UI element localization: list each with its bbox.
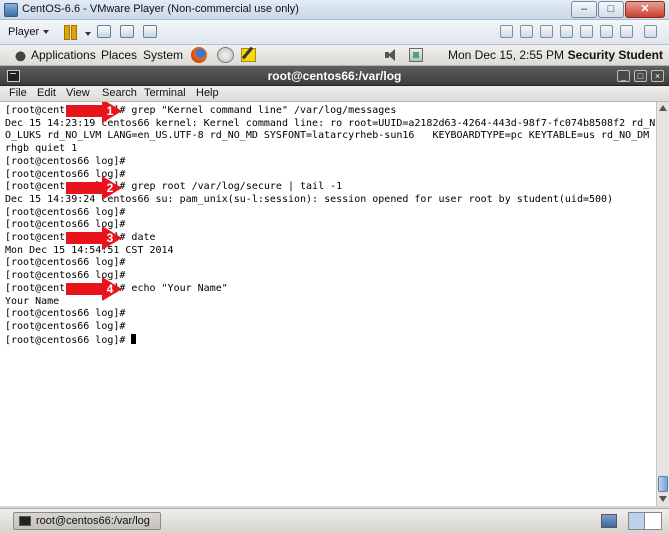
firefox-icon[interactable]	[191, 47, 207, 63]
vm-window-title: CentOS-6.6 - VMware Player (Non-commerci…	[22, 3, 299, 15]
guest-desktop: Applications Places System Mon Dec 15, 2…	[0, 45, 669, 533]
player-menu[interactable]: Player	[8, 26, 50, 38]
scroll-down-icon[interactable]	[659, 496, 667, 502]
pause-icon[interactable]	[64, 25, 77, 40]
scroll-up-icon[interactable]	[659, 105, 667, 111]
taskbar-terminal-label: root@centos66:/var/log	[36, 515, 150, 527]
usb-icon[interactable]	[560, 25, 573, 38]
places-menu[interactable]: Places	[101, 48, 137, 62]
annotation-arrow-4: 4	[66, 277, 122, 302]
panel-clock[interactable]: Mon Dec 15, 2:55 PM	[448, 48, 564, 62]
menu-help[interactable]: Help	[196, 87, 219, 99]
menu-edit[interactable]: Edit	[37, 87, 56, 99]
annotation-arrow-2: 2	[66, 175, 122, 200]
terminal-line: [root@centos66 log]#	[5, 257, 126, 269]
terminal-line: [root@centos66 log]#	[5, 320, 126, 332]
cd-icon[interactable]	[540, 25, 553, 38]
evolution-mail-icon[interactable]	[217, 47, 234, 63]
minimize-button[interactable]: –	[571, 1, 597, 18]
unity-icon[interactable]	[143, 25, 157, 38]
vm-window-titlebar[interactable]: CentOS-6.6 - VMware Player (Non-commerci…	[0, 0, 669, 20]
system-menu[interactable]: System	[143, 48, 183, 62]
annotation-number: 3	[107, 231, 114, 245]
terminal-line: [root@centos66 log]#	[5, 206, 126, 218]
send-ctrl-alt-del-icon[interactable]	[97, 25, 111, 38]
gnome-top-panel: Applications Places System Mon Dec 15, 2…	[0, 45, 669, 66]
display-icon[interactable]	[620, 25, 633, 38]
terminal-icon	[19, 516, 31, 526]
vm-toolbar: Player	[0, 20, 669, 45]
terminal-line: O_LUKS rd_NO_LVM LANG=en_US.UTF-8 rd_NO_…	[5, 130, 650, 142]
terminal-line: [root@centos66 log]# grep "Kernel comman…	[5, 105, 397, 116]
terminal-line: [root@centos66 log]#	[5, 334, 132, 346]
close-button[interactable]: ✕	[625, 1, 665, 18]
show-desktop-icon[interactable]	[601, 514, 617, 528]
sound-icon[interactable]	[600, 25, 613, 38]
terminal-maximize-button[interactable]: □	[634, 70, 647, 82]
window-controls: – □ ✕	[571, 1, 665, 19]
terminal-title: root@centos66:/var/log	[267, 69, 402, 83]
terminal-line: [root@centos66 log]# grep root /var/log/…	[5, 181, 343, 193]
terminal-line: [root@centos66 log]#	[5, 308, 126, 320]
hdd-icon[interactable]	[520, 25, 533, 38]
menu-terminal[interactable]: Terminal	[144, 87, 186, 99]
workspace-1[interactable]	[629, 513, 645, 529]
terminal-line: Your Name	[5, 295, 60, 307]
scrollbar-thumb[interactable]	[658, 476, 668, 492]
terminal-minimize-button[interactable]: _	[617, 70, 630, 82]
network-status-icon[interactable]	[409, 48, 423, 62]
menu-file[interactable]: File	[9, 87, 27, 99]
network-adapter-icon[interactable]	[580, 25, 593, 38]
workspace-switcher[interactable]	[628, 512, 662, 530]
terminal-close-button[interactable]: ×	[651, 70, 664, 82]
terminal-output[interactable]: [root@centos66 log]# grep "Kernel comman…	[0, 102, 656, 506]
terminal-line: rhgb quiet 1	[5, 143, 78, 155]
message-icon[interactable]	[644, 25, 657, 38]
terminal-scrollbar[interactable]	[656, 102, 669, 506]
taskbar-terminal-button[interactable]: root@centos66:/var/log	[13, 512, 161, 530]
terminal-menubar: File Edit View Search Terminal Help	[0, 86, 669, 102]
gnome-bottom-panel: root@centos66:/var/log	[0, 508, 669, 533]
fullscreen-icon[interactable]	[120, 25, 134, 38]
menu-view[interactable]: View	[66, 87, 90, 99]
annotation-number: 1	[107, 104, 114, 118]
annotation-number: 2	[107, 181, 114, 195]
terminal-line: [root@centos66 log]#	[5, 155, 126, 167]
pause-dropdown-icon[interactable]	[85, 32, 91, 36]
terminal-titlebar[interactable]: root@centos66:/var/log _ □ ×	[0, 66, 669, 86]
applications-menu[interactable]: Applications	[31, 48, 96, 62]
volume-icon[interactable]	[385, 49, 395, 61]
annotation-arrow-3: 3	[66, 226, 122, 251]
chevron-down-icon	[43, 30, 50, 35]
notes-icon[interactable]	[241, 48, 256, 62]
gnome-foot-icon[interactable]	[14, 48, 27, 62]
user-switcher[interactable]: Security Student	[568, 48, 663, 62]
menu-search[interactable]: Search	[102, 87, 137, 99]
annotation-arrow-1: 1	[66, 102, 122, 124]
maximize-button[interactable]: □	[598, 1, 624, 18]
printer-icon[interactable]	[500, 25, 513, 38]
player-menu-label: Player	[8, 26, 40, 38]
annotation-number: 4	[107, 282, 114, 296]
terminal-cursor	[131, 333, 137, 344]
vmware-app-icon	[4, 3, 18, 17]
